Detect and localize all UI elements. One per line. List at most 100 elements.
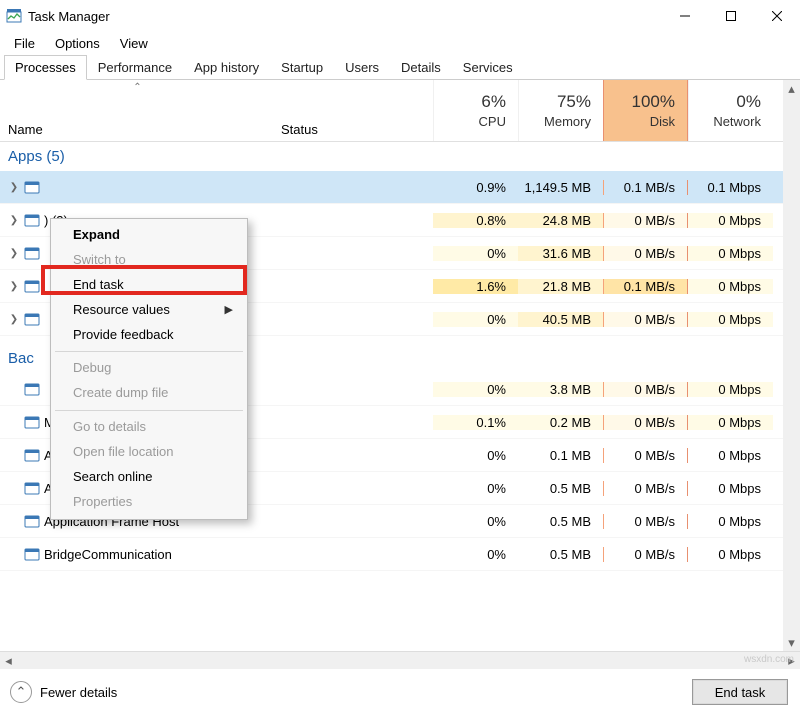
column-name-label: Name <box>8 122 269 137</box>
minimize-button[interactable] <box>662 0 708 32</box>
group-apps[interactable]: Apps (5) <box>0 142 783 171</box>
disk-cell: 0 MB/s <box>603 312 688 327</box>
memory-cell: 0.2 MB <box>518 415 603 430</box>
process-name: BridgeCommunication <box>44 547 275 562</box>
tab-performance[interactable]: Performance <box>87 55 183 79</box>
memory-cell: 0.1 MB <box>518 448 603 463</box>
end-task-button-label: End task <box>715 685 766 700</box>
tab-details[interactable]: Details <box>390 55 452 79</box>
context-menu-item[interactable]: Resource values▶ <box>53 298 245 323</box>
disk-cell: 0 MB/s <box>603 481 688 496</box>
column-cpu[interactable]: 6% CPU <box>433 80 518 141</box>
network-label: Network <box>713 114 761 129</box>
close-button[interactable] <box>754 0 800 32</box>
horizontal-scrollbar[interactable]: ◂ ▸ <box>0 652 800 669</box>
network-cell: 0 Mbps <box>688 382 773 397</box>
tab-users[interactable]: Users <box>334 55 390 79</box>
scroll-thumb[interactable] <box>17 652 783 669</box>
maximize-button[interactable] <box>708 0 754 32</box>
cpu-cell: 0% <box>433 246 518 261</box>
expand-icon[interactable]: ❯ <box>8 248 20 259</box>
cpu-cell: 0.1% <box>433 415 518 430</box>
memory-pct: 75% <box>557 92 591 112</box>
expand-icon[interactable]: ❯ <box>8 281 20 292</box>
menu-options[interactable]: Options <box>47 34 108 53</box>
process-row[interactable]: ❯ 0.9% 1,149.5 MB 0.1 MB/s 0.1 Mbps <box>0 171 783 204</box>
process-row[interactable]: BridgeCommunication 0% 0.5 MB 0 MB/s 0 M… <box>0 538 783 571</box>
process-icon <box>24 546 40 562</box>
menu-view[interactable]: View <box>112 34 156 53</box>
process-icon <box>24 245 40 261</box>
disk-pct: 100% <box>632 92 675 112</box>
menu-bar: File Options View <box>0 32 800 54</box>
network-cell: 0.1 Mbps <box>688 180 773 195</box>
network-pct: 0% <box>736 92 761 112</box>
context-menu-item-label: Provide feedback <box>73 327 173 344</box>
memory-cell: 0.5 MB <box>518 514 603 529</box>
process-name-cell: ❯ <box>0 179 275 195</box>
context-menu-item-label: Create dump file <box>73 385 168 402</box>
app-icon <box>6 8 22 24</box>
context-menu-item-label: Search online <box>73 469 153 486</box>
cpu-pct: 6% <box>481 92 506 112</box>
column-network[interactable]: 0% Network <box>688 80 773 141</box>
memory-cell: 31.6 MB <box>518 246 603 261</box>
context-menu-item: Properties <box>53 490 245 515</box>
sort-arrow-icon: ⌃ <box>133 82 141 93</box>
disk-cell: 0.1 MB/s <box>603 279 688 294</box>
tab-app-history[interactable]: App history <box>183 55 270 79</box>
cpu-cell: 0% <box>433 481 518 496</box>
memory-cell: 0.5 MB <box>518 547 603 562</box>
context-menu-item[interactable]: Expand <box>53 223 245 248</box>
title-bar: Task Manager <box>0 0 800 32</box>
process-name-cell: BridgeCommunication <box>0 546 275 562</box>
column-memory[interactable]: 75% Memory <box>518 80 603 141</box>
menu-file[interactable]: File <box>6 34 43 53</box>
vertical-scrollbar[interactable]: ▴ ▾ <box>783 80 800 651</box>
cpu-cell: 0.9% <box>433 180 518 195</box>
chevron-up-icon: ⌃ <box>10 681 32 703</box>
disk-cell: 0 MB/s <box>603 382 688 397</box>
disk-cell: 0.1 MB/s <box>603 180 688 195</box>
submenu-arrow-icon: ▶ <box>225 303 233 317</box>
column-disk[interactable]: 100% Disk <box>603 80 688 141</box>
context-menu-item-label: Properties <box>73 494 132 511</box>
disk-cell: 0 MB/s <box>603 514 688 529</box>
context-menu-item: Go to details <box>53 415 245 440</box>
scroll-left-icon[interactable]: ◂ <box>0 652 17 669</box>
network-cell: 0 Mbps <box>688 279 773 294</box>
expand-icon[interactable]: ❯ <box>8 314 20 325</box>
expand-icon[interactable]: ❯ <box>8 182 20 193</box>
memory-cell: 1,149.5 MB <box>518 180 603 195</box>
context-menu-item[interactable]: Provide feedback <box>53 323 245 348</box>
column-name[interactable]: ⌃ Name <box>0 80 275 141</box>
network-cell: 0 Mbps <box>688 415 773 430</box>
context-menu-item-label: End task <box>73 277 124 294</box>
expand-icon[interactable]: ❯ <box>8 215 20 226</box>
network-cell: 0 Mbps <box>688 246 773 261</box>
cpu-cell: 0% <box>433 514 518 529</box>
window-title: Task Manager <box>28 9 662 24</box>
tab-services[interactable]: Services <box>452 55 524 79</box>
end-task-button[interactable]: End task <box>692 679 788 705</box>
context-menu-item-label: Go to details <box>73 419 146 436</box>
context-menu-item[interactable]: End task <box>53 273 245 298</box>
cpu-cell: 0% <box>433 547 518 562</box>
network-cell: 0 Mbps <box>688 312 773 327</box>
tab-processes[interactable]: Processes <box>4 55 87 80</box>
network-cell: 0 Mbps <box>688 448 773 463</box>
scroll-down-icon[interactable]: ▾ <box>783 634 800 651</box>
scroll-up-icon[interactable]: ▴ <box>783 80 800 97</box>
tab-startup[interactable]: Startup <box>270 55 334 79</box>
fewer-details-button[interactable]: ⌃ Fewer details <box>10 681 117 703</box>
process-icon <box>24 179 40 195</box>
context-menu-item[interactable]: Search online <box>53 465 245 490</box>
column-status[interactable]: Status <box>275 80 433 141</box>
cpu-cell: 0% <box>433 312 518 327</box>
network-cell: 0 Mbps <box>688 481 773 496</box>
disk-cell: 0 MB/s <box>603 547 688 562</box>
process-icon <box>24 212 40 228</box>
column-status-label: Status <box>281 122 318 137</box>
network-cell: 0 Mbps <box>688 547 773 562</box>
disk-cell: 0 MB/s <box>603 448 688 463</box>
